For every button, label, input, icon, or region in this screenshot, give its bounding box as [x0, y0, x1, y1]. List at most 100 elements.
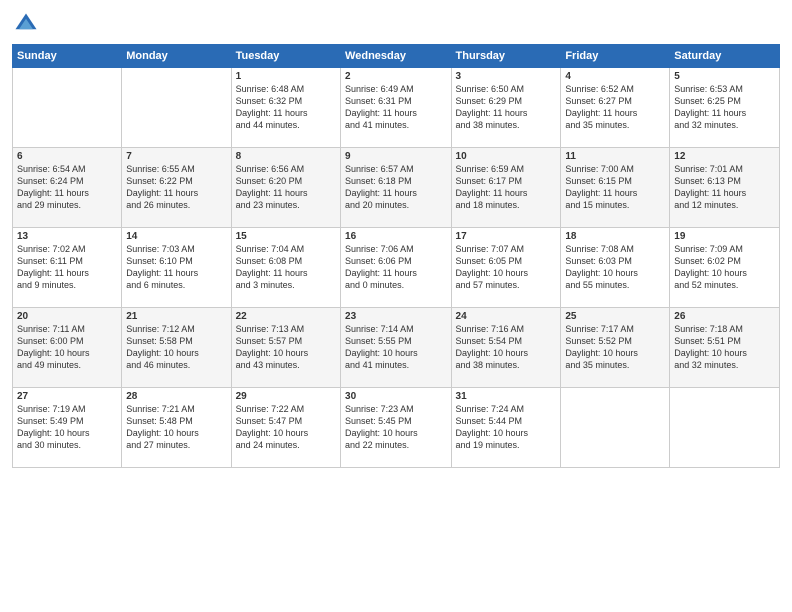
day-number: 20 [17, 311, 117, 322]
day-header-monday: Monday [122, 45, 231, 68]
day-number: 24 [456, 311, 557, 322]
day-number: 25 [565, 311, 665, 322]
day-detail: Sunrise: 6:56 AM Sunset: 6:20 PM Dayligh… [236, 163, 336, 212]
day-header-wednesday: Wednesday [341, 45, 451, 68]
day-number: 28 [126, 391, 226, 402]
day-detail: Sunrise: 7:13 AM Sunset: 5:57 PM Dayligh… [236, 323, 336, 372]
calendar-table: SundayMondayTuesdayWednesdayThursdayFrid… [12, 44, 780, 468]
day-number: 17 [456, 231, 557, 242]
day-detail: Sunrise: 7:12 AM Sunset: 5:58 PM Dayligh… [126, 323, 226, 372]
calendar-cell: 6Sunrise: 6:54 AM Sunset: 6:24 PM Daylig… [13, 148, 122, 228]
calendar-cell: 24Sunrise: 7:16 AM Sunset: 5:54 PM Dayli… [451, 308, 561, 388]
day-detail: Sunrise: 7:00 AM Sunset: 6:15 PM Dayligh… [565, 163, 665, 212]
day-number: 31 [456, 391, 557, 402]
day-number: 10 [456, 151, 557, 162]
day-detail: Sunrise: 7:08 AM Sunset: 6:03 PM Dayligh… [565, 243, 665, 292]
day-number: 5 [674, 71, 775, 82]
calendar-cell: 28Sunrise: 7:21 AM Sunset: 5:48 PM Dayli… [122, 388, 231, 468]
day-number: 16 [345, 231, 446, 242]
day-detail: Sunrise: 7:17 AM Sunset: 5:52 PM Dayligh… [565, 323, 665, 372]
day-header-sunday: Sunday [13, 45, 122, 68]
day-number: 4 [565, 71, 665, 82]
calendar-week-3: 13Sunrise: 7:02 AM Sunset: 6:11 PM Dayli… [13, 228, 780, 308]
day-detail: Sunrise: 6:52 AM Sunset: 6:27 PM Dayligh… [565, 83, 665, 132]
page-container: SundayMondayTuesdayWednesdayThursdayFrid… [0, 0, 792, 612]
day-number: 27 [17, 391, 117, 402]
day-detail: Sunrise: 6:57 AM Sunset: 6:18 PM Dayligh… [345, 163, 446, 212]
day-detail: Sunrise: 7:24 AM Sunset: 5:44 PM Dayligh… [456, 403, 557, 452]
calendar-cell: 16Sunrise: 7:06 AM Sunset: 6:06 PM Dayli… [341, 228, 451, 308]
day-detail: Sunrise: 7:02 AM Sunset: 6:11 PM Dayligh… [17, 243, 117, 292]
day-detail: Sunrise: 7:06 AM Sunset: 6:06 PM Dayligh… [345, 243, 446, 292]
day-detail: Sunrise: 7:01 AM Sunset: 6:13 PM Dayligh… [674, 163, 775, 212]
calendar-cell: 22Sunrise: 7:13 AM Sunset: 5:57 PM Dayli… [231, 308, 340, 388]
calendar-cell: 21Sunrise: 7:12 AM Sunset: 5:58 PM Dayli… [122, 308, 231, 388]
day-detail: Sunrise: 7:18 AM Sunset: 5:51 PM Dayligh… [674, 323, 775, 372]
calendar-cell [670, 388, 780, 468]
calendar-cell: 17Sunrise: 7:07 AM Sunset: 6:05 PM Dayli… [451, 228, 561, 308]
day-number: 2 [345, 71, 446, 82]
calendar-cell: 18Sunrise: 7:08 AM Sunset: 6:03 PM Dayli… [561, 228, 670, 308]
day-detail: Sunrise: 7:04 AM Sunset: 6:08 PM Dayligh… [236, 243, 336, 292]
calendar-cell [122, 68, 231, 148]
day-number: 22 [236, 311, 336, 322]
day-number: 13 [17, 231, 117, 242]
calendar-cell: 23Sunrise: 7:14 AM Sunset: 5:55 PM Dayli… [341, 308, 451, 388]
calendar-cell: 7Sunrise: 6:55 AM Sunset: 6:22 PM Daylig… [122, 148, 231, 228]
day-number: 6 [17, 151, 117, 162]
calendar-cell: 12Sunrise: 7:01 AM Sunset: 6:13 PM Dayli… [670, 148, 780, 228]
calendar-cell: 31Sunrise: 7:24 AM Sunset: 5:44 PM Dayli… [451, 388, 561, 468]
calendar-cell: 15Sunrise: 7:04 AM Sunset: 6:08 PM Dayli… [231, 228, 340, 308]
day-number: 8 [236, 151, 336, 162]
calendar-cell: 4Sunrise: 6:52 AM Sunset: 6:27 PM Daylig… [561, 68, 670, 148]
calendar-cell: 8Sunrise: 6:56 AM Sunset: 6:20 PM Daylig… [231, 148, 340, 228]
day-number: 3 [456, 71, 557, 82]
day-detail: Sunrise: 7:21 AM Sunset: 5:48 PM Dayligh… [126, 403, 226, 452]
day-number: 30 [345, 391, 446, 402]
day-number: 29 [236, 391, 336, 402]
day-detail: Sunrise: 6:50 AM Sunset: 6:29 PM Dayligh… [456, 83, 557, 132]
day-detail: Sunrise: 6:49 AM Sunset: 6:31 PM Dayligh… [345, 83, 446, 132]
day-header-saturday: Saturday [670, 45, 780, 68]
day-detail: Sunrise: 6:48 AM Sunset: 6:32 PM Dayligh… [236, 83, 336, 132]
calendar-cell: 14Sunrise: 7:03 AM Sunset: 6:10 PM Dayli… [122, 228, 231, 308]
calendar-cell: 27Sunrise: 7:19 AM Sunset: 5:49 PM Dayli… [13, 388, 122, 468]
header [12, 10, 780, 38]
day-number: 1 [236, 71, 336, 82]
calendar-cell: 2Sunrise: 6:49 AM Sunset: 6:31 PM Daylig… [341, 68, 451, 148]
logo [12, 10, 44, 38]
day-number: 26 [674, 311, 775, 322]
calendar-cell [561, 388, 670, 468]
day-detail: Sunrise: 7:07 AM Sunset: 6:05 PM Dayligh… [456, 243, 557, 292]
calendar-cell: 13Sunrise: 7:02 AM Sunset: 6:11 PM Dayli… [13, 228, 122, 308]
calendar-cell [13, 68, 122, 148]
day-header-thursday: Thursday [451, 45, 561, 68]
calendar-cell: 5Sunrise: 6:53 AM Sunset: 6:25 PM Daylig… [670, 68, 780, 148]
day-number: 14 [126, 231, 226, 242]
calendar-week-1: 1Sunrise: 6:48 AM Sunset: 6:32 PM Daylig… [13, 68, 780, 148]
calendar-week-4: 20Sunrise: 7:11 AM Sunset: 6:00 PM Dayli… [13, 308, 780, 388]
day-detail: Sunrise: 6:54 AM Sunset: 6:24 PM Dayligh… [17, 163, 117, 212]
calendar-cell: 19Sunrise: 7:09 AM Sunset: 6:02 PM Dayli… [670, 228, 780, 308]
day-number: 7 [126, 151, 226, 162]
day-detail: Sunrise: 7:19 AM Sunset: 5:49 PM Dayligh… [17, 403, 117, 452]
calendar-cell: 29Sunrise: 7:22 AM Sunset: 5:47 PM Dayli… [231, 388, 340, 468]
day-detail: Sunrise: 6:53 AM Sunset: 6:25 PM Dayligh… [674, 83, 775, 132]
calendar-cell: 26Sunrise: 7:18 AM Sunset: 5:51 PM Dayli… [670, 308, 780, 388]
day-detail: Sunrise: 7:14 AM Sunset: 5:55 PM Dayligh… [345, 323, 446, 372]
calendar-cell: 30Sunrise: 7:23 AM Sunset: 5:45 PM Dayli… [341, 388, 451, 468]
calendar-cell: 25Sunrise: 7:17 AM Sunset: 5:52 PM Dayli… [561, 308, 670, 388]
calendar-cell: 20Sunrise: 7:11 AM Sunset: 6:00 PM Dayli… [13, 308, 122, 388]
day-detail: Sunrise: 7:16 AM Sunset: 5:54 PM Dayligh… [456, 323, 557, 372]
logo-icon [12, 10, 40, 38]
day-number: 23 [345, 311, 446, 322]
calendar-cell: 9Sunrise: 6:57 AM Sunset: 6:18 PM Daylig… [341, 148, 451, 228]
day-detail: Sunrise: 7:23 AM Sunset: 5:45 PM Dayligh… [345, 403, 446, 452]
calendar-header-row: SundayMondayTuesdayWednesdayThursdayFrid… [13, 45, 780, 68]
day-header-friday: Friday [561, 45, 670, 68]
day-detail: Sunrise: 7:11 AM Sunset: 6:00 PM Dayligh… [17, 323, 117, 372]
day-detail: Sunrise: 7:09 AM Sunset: 6:02 PM Dayligh… [674, 243, 775, 292]
day-number: 12 [674, 151, 775, 162]
day-detail: Sunrise: 6:55 AM Sunset: 6:22 PM Dayligh… [126, 163, 226, 212]
day-detail: Sunrise: 6:59 AM Sunset: 6:17 PM Dayligh… [456, 163, 557, 212]
